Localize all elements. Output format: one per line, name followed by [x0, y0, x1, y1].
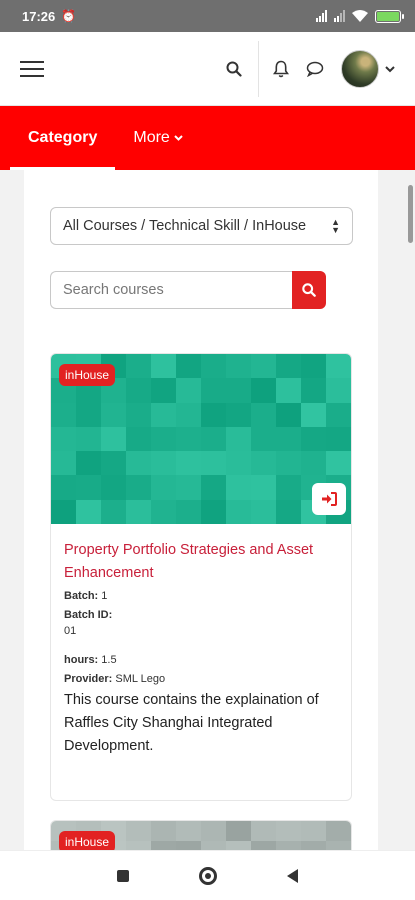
course-description: This course contains the explaination of…: [64, 692, 319, 754]
back-icon[interactable]: [287, 868, 298, 883]
sign-in-icon: [322, 492, 337, 506]
hours-row: hours: 1.5: [64, 652, 338, 668]
tab-more[interactable]: More: [115, 106, 200, 170]
system-nav-bar: [0, 850, 415, 900]
batch-id-row: Batch ID: 01: [64, 607, 338, 639]
alarm-icon: ⏰: [61, 9, 77, 23]
tab-category[interactable]: Category: [10, 106, 116, 170]
provider-row: Provider: SML Lego: [64, 671, 338, 687]
secondary-nav: Category More: [0, 106, 415, 170]
provider-value: SML Lego: [115, 673, 166, 685]
bell-icon[interactable]: [267, 55, 295, 83]
status-time: 17:26: [22, 8, 56, 24]
hours-label: hours:: [64, 654, 99, 666]
cell-signal-2-icon: [334, 10, 345, 22]
batch-label: Batch:: [64, 590, 99, 602]
status-bar: 17:26 ⏰: [0, 0, 415, 32]
home-icon[interactable]: [199, 866, 217, 885]
chat-icon[interactable]: [301, 55, 329, 83]
batch-id-value: 01: [64, 625, 77, 637]
course-card[interactable]: inHouse Property Portfolio Strategies an…: [50, 353, 352, 801]
search-input[interactable]: [50, 271, 292, 309]
category-select-value: All Courses / Technical Skill / InHouse: [63, 218, 307, 234]
cell-signal-icon: [316, 10, 327, 22]
tab-more-label: More: [133, 129, 170, 146]
batch-row: Batch: 1: [64, 588, 338, 604]
search-icon[interactable]: [220, 55, 248, 83]
hamburger-icon[interactable]: [20, 60, 44, 77]
category-select[interactable]: All Courses / Technical Skill / InHouse …: [50, 207, 353, 245]
navbar-divider: [258, 40, 259, 97]
avatar[interactable]: [341, 49, 379, 88]
search-button[interactable]: [292, 271, 326, 309]
course-image[interactable]: inHouse: [51, 354, 351, 524]
search-form: [50, 271, 326, 309]
top-navbar: [0, 32, 415, 106]
scrollbar[interactable]: [408, 185, 413, 243]
tab-category-label: Category: [28, 129, 98, 146]
provider-label: Provider:: [64, 673, 113, 685]
course-title-link[interactable]: Property Portfolio Strategies and Asset …: [64, 539, 338, 585]
search-icon: [302, 283, 316, 297]
enrol-button[interactable]: [312, 483, 346, 515]
wifi-icon: [352, 10, 368, 22]
batch-value: 1: [101, 590, 108, 602]
batch-id-label: Batch ID:: [64, 609, 113, 621]
course-badge: inHouse: [59, 364, 116, 386]
course-list-panel: All Courses / Technical Skill / InHouse …: [24, 170, 378, 880]
select-arrows-icon: ▲ ▼: [331, 217, 340, 235]
battery-icon: [375, 9, 404, 23]
user-menu-chevron-icon[interactable]: [385, 62, 395, 76]
hours-value: 1.5: [101, 654, 117, 666]
recents-icon[interactable]: [117, 869, 129, 882]
course-card-body: Property Portfolio Strategies and Asset …: [51, 524, 351, 758]
chevron-down-icon: [174, 132, 183, 144]
